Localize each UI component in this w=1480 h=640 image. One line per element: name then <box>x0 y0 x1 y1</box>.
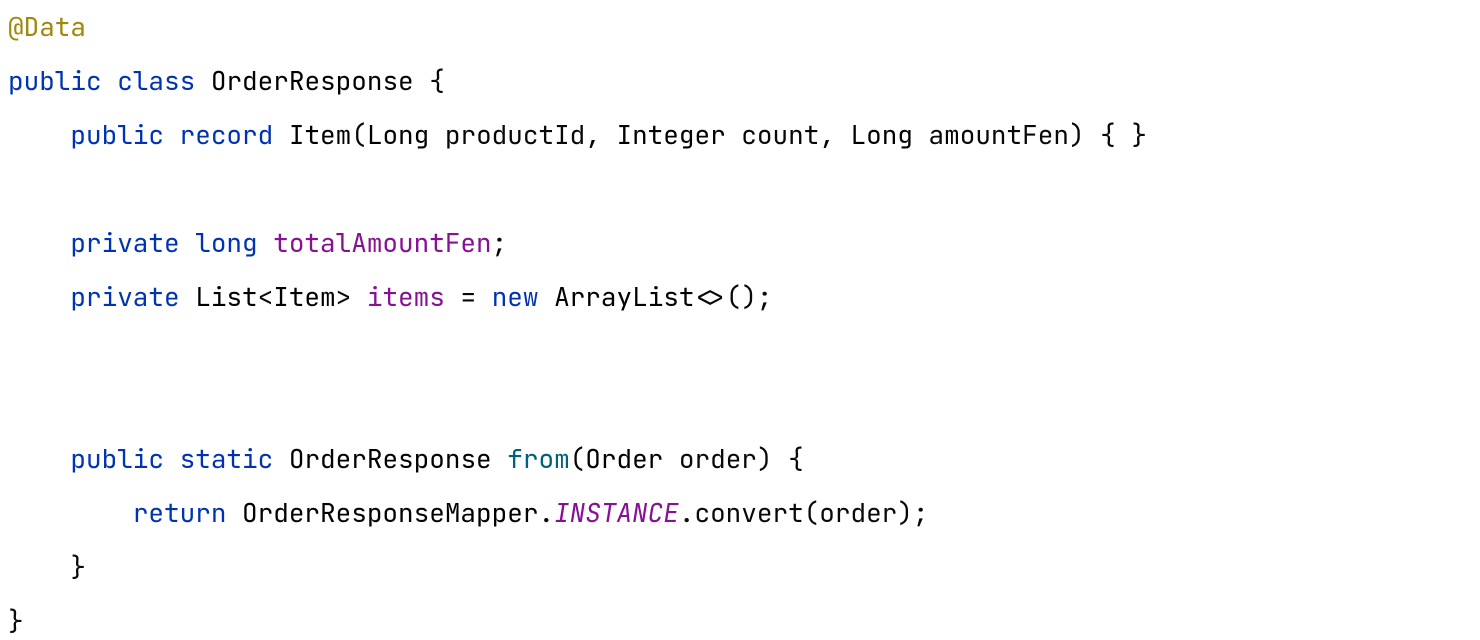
type-item: Item <box>273 279 335 314</box>
field-totalAmountFen: totalAmountFen <box>273 225 491 260</box>
method-from: from <box>507 441 569 476</box>
type-list: List <box>195 279 257 314</box>
param-name: amountFen <box>929 117 1069 152</box>
comma: , <box>585 117 616 152</box>
param-type: Long <box>367 117 429 152</box>
comma: , <box>819 117 850 152</box>
keyword-class: class <box>117 63 195 98</box>
equals: = <box>445 279 492 314</box>
keyword-new: new <box>492 279 539 314</box>
call-args: (order); <box>804 495 929 530</box>
static-field-instance: INSTANCE <box>554 495 679 530</box>
param-type: Long <box>851 117 913 152</box>
keyword-return: return <box>133 495 227 530</box>
paren-open: ( <box>351 117 367 152</box>
brace-open: { <box>773 441 804 476</box>
keyword-private: private <box>70 279 179 314</box>
keyword-long: long <box>195 225 257 260</box>
keyword-public: public <box>70 117 164 152</box>
paren-close: ) <box>757 441 773 476</box>
keyword-record: record <box>180 117 274 152</box>
param-type: Integer <box>616 117 725 152</box>
keyword-private: private <box>70 225 179 260</box>
paren-open: ( <box>570 441 586 476</box>
paren-close: ) <box>1069 117 1085 152</box>
record-body: { } <box>1085 117 1147 152</box>
code-editor[interactable]: @Data public class OrderResponse { publi… <box>0 0 1480 640</box>
field-items: items <box>367 279 445 314</box>
annotation-data: @Data <box>8 9 86 44</box>
brace-close: } <box>70 549 86 584</box>
angle-close: > <box>336 279 352 314</box>
keyword-public: public <box>8 63 102 98</box>
brace-close: } <box>8 603 24 638</box>
dot: . <box>538 495 554 530</box>
type-mapper: OrderResponseMapper <box>242 495 538 530</box>
type-arraylist: ArrayList <box>554 279 694 314</box>
semicolon: ; <box>492 225 508 260</box>
method-convert: convert <box>694 495 803 530</box>
param-name: count <box>741 117 819 152</box>
param-name: productId <box>445 117 585 152</box>
angle-open: < <box>258 279 274 314</box>
class-name: OrderResponse <box>211 63 414 98</box>
keyword-static: static <box>180 441 274 476</box>
record-name: Item <box>289 117 351 152</box>
dot: . <box>679 495 695 530</box>
diamond-call: <>(); <box>695 279 773 314</box>
brace-open: { <box>429 63 445 98</box>
param-type: Order <box>585 441 663 476</box>
return-type: OrderResponse <box>289 441 492 476</box>
param-name: order <box>679 441 757 476</box>
keyword-public: public <box>70 441 164 476</box>
